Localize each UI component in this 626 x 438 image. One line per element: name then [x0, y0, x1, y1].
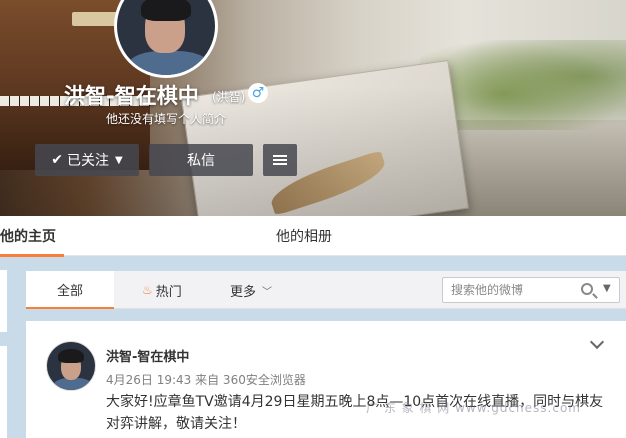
chevron-down-icon: ﹀ — [262, 286, 273, 298]
profile-avatar[interactable] — [114, 0, 218, 78]
tab-album[interactable]: 他的相册 — [276, 216, 332, 256]
message-button-label: 私信 — [187, 153, 215, 169]
post-avatar[interactable] — [46, 341, 96, 391]
tab-home-label: 他的主页 — [0, 229, 56, 245]
search-icon[interactable] — [581, 283, 593, 295]
filter-more-dropdown[interactable]: 更多 ﹀ — [230, 271, 272, 309]
post-author-name[interactable]: 洪智-智在棋中 — [106, 346, 189, 365]
filter-all-tab[interactable]: 全部 — [26, 271, 114, 309]
avatar-shirt — [53, 378, 93, 390]
male-icon: ♂ — [248, 83, 268, 103]
profile-cover: 洪智-智在棋中 (洪智) ♂ 他还没有填写个人简介 ✔ 已关注 ▼ 私信 — [0, 0, 626, 216]
more-options-button[interactable] — [263, 144, 297, 176]
profile-remark: (洪智) — [212, 90, 246, 104]
menu-icon — [273, 155, 287, 165]
message-button[interactable]: 私信 — [149, 144, 253, 176]
post-meta: 4月26日 19:43 来自 360安全浏览器 — [106, 373, 306, 387]
profile-tabbar: 他的主页 他的相册 — [0, 216, 626, 257]
filter-hot-tab[interactable]: ♨ 热门 — [142, 271, 182, 309]
caret-down-icon[interactable]: ▼ — [603, 283, 611, 294]
weibo-post-card: 洪智-智在棋中 4月26日 19:43 来自 360安全浏览器 大家好!应章鱼T… — [26, 321, 626, 438]
sidebar-card — [0, 346, 7, 438]
filter-hot-label: 热门 — [155, 284, 182, 300]
follow-button[interactable]: ✔ 已关注 ▼ — [35, 144, 139, 176]
post-menu-chevron-icon[interactable] — [589, 334, 605, 350]
filter-more-label: 更多 — [230, 284, 257, 300]
search-input[interactable] — [451, 278, 571, 302]
feed-filter-bar: 全部 ♨ 热门 更多 ﹀ ▼ — [26, 271, 626, 309]
avatar-hair — [58, 349, 84, 363]
tab-home[interactable]: 他的主页 — [0, 216, 64, 257]
flame-icon: ♨ — [142, 283, 153, 297]
watermark-text: 广 东 象 棋 网 www.gdchess.com — [366, 401, 581, 415]
sidebar-card — [0, 270, 7, 332]
weibo-search-box[interactable]: ▼ — [442, 277, 620, 303]
avatar-hair — [141, 0, 191, 21]
active-tab-indicator — [0, 254, 64, 257]
follow-button-label: 已关注 — [67, 153, 110, 169]
tab-album-label: 他的相册 — [276, 229, 332, 245]
profile-name: 洪智-智在棋中 — [64, 84, 199, 108]
caret-down-icon: ▼ — [115, 154, 123, 166]
filter-all-label: 全部 — [56, 283, 83, 299]
profile-bio: 他还没有填写个人简介 — [106, 112, 227, 126]
avatar-shirt — [127, 51, 211, 75]
check-icon: ✔ — [51, 152, 64, 168]
